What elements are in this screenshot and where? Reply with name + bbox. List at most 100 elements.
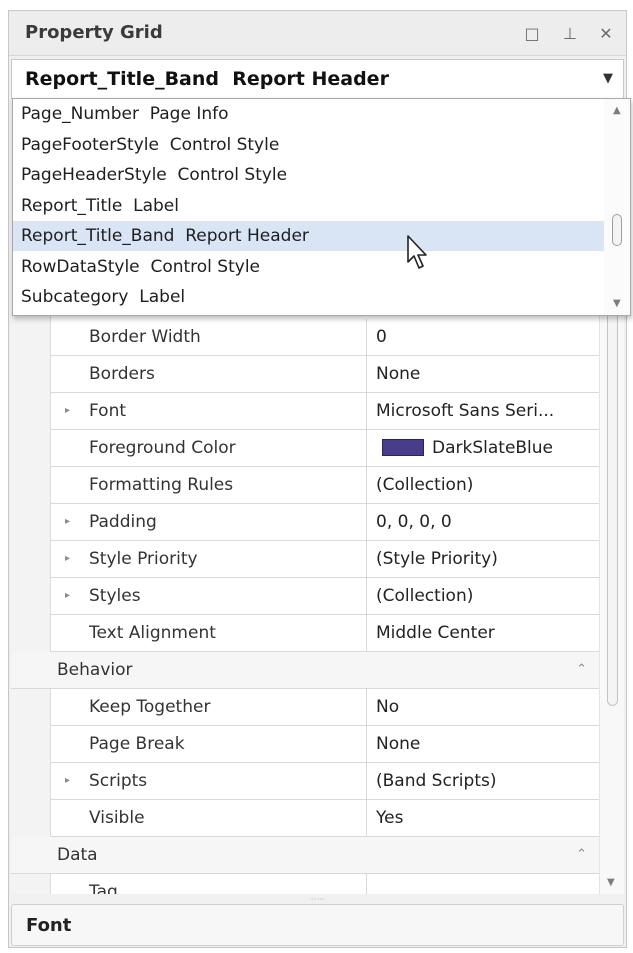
property-value-text: (Band Scripts)	[376, 771, 497, 791]
property-name: ▸ Style Priority	[51, 541, 367, 577]
property-name-text: Page Break	[89, 734, 185, 754]
property-name: ▸ Padding	[51, 504, 367, 540]
object-selector[interactable]: Report_Title_Band Report Header ▼	[11, 59, 624, 99]
property-name-text: Foreground Color	[89, 438, 236, 458]
property-name: Page Break	[51, 726, 367, 762]
property-value-text: No	[376, 697, 400, 717]
property-value-text: (Collection)	[376, 475, 474, 495]
property-name: Text Alignment	[51, 615, 367, 651]
property-name: Borders	[51, 356, 367, 392]
property-value[interactable]: (Style Priority)	[368, 541, 599, 577]
title-bar: Property Grid □ ⊥ ✕	[9, 11, 626, 56]
property-value-text: Middle Center	[376, 623, 495, 643]
property-row[interactable]: ▸ Font Microsoft Sans Seri...	[51, 393, 599, 430]
property-value-text: None	[376, 734, 421, 754]
property-value[interactable]: No	[368, 689, 599, 725]
dropdown-item[interactable]: RowDataStyle Control Style	[13, 252, 606, 282]
property-value[interactable]: 0	[368, 319, 599, 355]
property-value[interactable]: DarkSlateBlue	[368, 430, 599, 466]
property-value-text: None	[376, 364, 421, 384]
restore-icon[interactable]: □	[521, 23, 543, 45]
property-name: Tag	[51, 874, 367, 894]
property-row[interactable]: ▸ Scripts (Band Scripts)	[51, 763, 599, 800]
category-label: Data	[57, 845, 98, 865]
property-row[interactable]: Border Width 0	[51, 319, 599, 356]
object-selector-value: Report_Title_Band Report Header	[25, 68, 389, 90]
property-row[interactable]: Page Break None	[51, 726, 599, 763]
property-name-text: Visible	[89, 808, 145, 828]
category-label: Behavior	[57, 660, 133, 680]
property-name-text: Padding	[89, 512, 157, 532]
property-value[interactable]: (Band Scripts)	[368, 763, 599, 799]
property-row[interactable]: ▸ Styles (Collection)	[51, 578, 599, 615]
expand-icon[interactable]: ▸	[65, 504, 70, 540]
dropdown-item[interactable]: Report_Title Label	[13, 191, 606, 221]
property-value-text: 0	[376, 327, 387, 347]
property-name: Visible	[51, 800, 367, 836]
property-row[interactable]: ▸ Padding 0, 0, 0, 0	[51, 504, 599, 541]
dropdown-arrow-icon[interactable]: ▼	[603, 71, 613, 86]
property-name: ▸ Styles	[51, 578, 367, 614]
property-value[interactable]: Middle Center	[368, 615, 599, 651]
dropdown-scrollbar[interactable]: ▲ ▼	[604, 99, 630, 315]
property-value[interactable]: 0, 0, 0, 0	[368, 504, 599, 540]
property-row[interactable]: Keep Together No	[51, 689, 599, 726]
dropdown-item[interactable]: PageHeaderStyle Control Style	[13, 160, 606, 190]
collapse-chevron-icon[interactable]: ⌃	[576, 837, 587, 873]
property-value[interactable]: None	[368, 356, 599, 392]
property-name: Border Width	[51, 319, 367, 355]
property-row[interactable]: Borders None	[51, 356, 599, 393]
scroll-up-icon[interactable]: ▲	[613, 105, 621, 116]
property-name-text: Borders	[89, 364, 155, 384]
dropdown-scrollbar-thumb[interactable]	[612, 214, 622, 246]
property-name-text: Style Priority	[89, 549, 198, 569]
description-panel: Font	[11, 904, 624, 946]
property-value[interactable]: Yes	[368, 800, 599, 836]
dropdown-item[interactable]: PageFooterStyle Control Style	[13, 130, 606, 160]
property-name-text: Tag	[89, 882, 118, 894]
property-row[interactable]: Visible Yes	[51, 800, 599, 837]
dropdown-item[interactable]: Subcategory Label	[13, 282, 606, 312]
property-name: Formatting Rules	[51, 467, 367, 503]
expand-icon[interactable]: ▸	[65, 578, 70, 614]
property-value[interactable]	[368, 874, 599, 894]
pin-icon[interactable]: ⊥	[559, 23, 581, 45]
property-row[interactable]: Text Alignment Middle Center	[51, 615, 599, 652]
panel-title: Property Grid	[25, 22, 163, 43]
property-name-text: Scripts	[89, 771, 148, 791]
collapse-chevron-icon[interactable]: ⌃	[576, 652, 587, 688]
scroll-down-icon[interactable]: ▼	[613, 298, 621, 309]
property-value-text: 0, 0, 0, 0	[376, 512, 452, 532]
category-row[interactable]: Behavior ⌃	[11, 652, 599, 689]
expand-icon[interactable]: ▸	[65, 763, 70, 799]
property-row[interactable]: Foreground Color DarkSlateBlue	[51, 430, 599, 467]
property-name-text: Font	[89, 401, 127, 421]
property-row[interactable]: Formatting Rules (Collection)	[51, 467, 599, 504]
dropdown-item[interactable]: Report_Title_Band Report Header	[13, 221, 606, 251]
property-name: Keep Together	[51, 689, 367, 725]
property-value[interactable]: None	[368, 726, 599, 762]
expand-icon[interactable]: ▸	[65, 541, 70, 577]
property-value-text: DarkSlateBlue	[432, 438, 554, 458]
property-value-text: (Style Priority)	[376, 549, 498, 569]
property-value[interactable]: (Collection)	[368, 467, 599, 503]
category-row[interactable]: Data ⌃	[11, 837, 599, 874]
property-value-text: Yes	[376, 808, 404, 828]
property-name: ▸ Scripts	[51, 763, 367, 799]
property-value[interactable]: (Collection)	[368, 578, 599, 614]
property-row[interactable]: Tag	[51, 874, 599, 894]
property-name-text: Styles	[89, 586, 141, 606]
scroll-down-icon[interactable]: ▼	[607, 877, 615, 888]
description-title: Font	[26, 915, 72, 936]
property-row[interactable]: ▸ Style Priority (Style Priority)	[51, 541, 599, 578]
splitter-handle[interactable]: ⋯⋯	[9, 895, 626, 903]
dropdown-item[interactable]: Page_Number Page Info	[13, 99, 606, 129]
property-name-text: Keep Together	[89, 697, 211, 717]
mouse-cursor-icon	[407, 235, 427, 269]
property-value[interactable]: Microsoft Sans Seri...	[368, 393, 599, 429]
expand-icon[interactable]: ▸	[65, 393, 70, 429]
close-icon[interactable]: ✕	[595, 23, 617, 45]
property-name-text: Formatting Rules	[89, 475, 234, 495]
object-dropdown-list[interactable]: Page_Number Page Info PageFooterStyle Con…	[12, 98, 631, 316]
property-name-text: Border Width	[89, 327, 201, 347]
